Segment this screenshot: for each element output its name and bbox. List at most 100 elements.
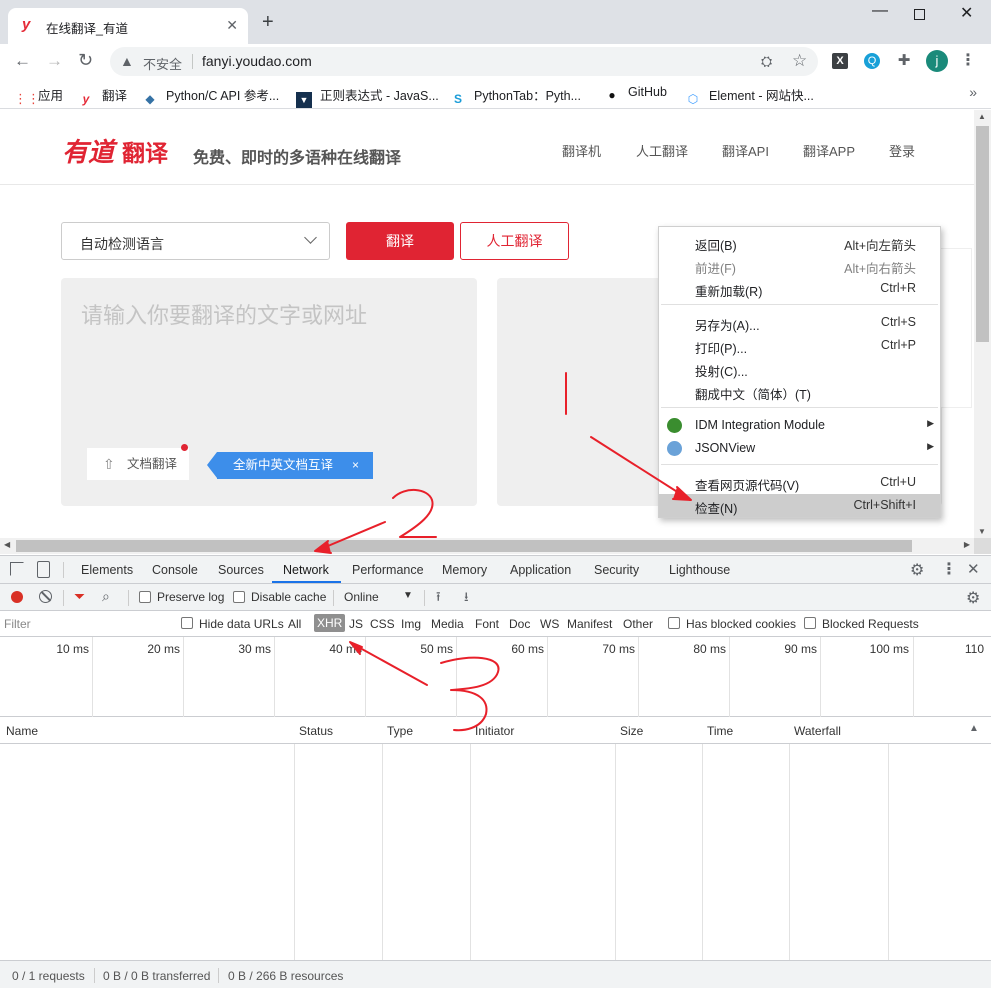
column-header-status[interactable]: Status xyxy=(299,724,333,738)
column-header-type[interactable]: Type xyxy=(387,724,413,738)
ctx-item-save-as[interactable]: 另存为(A)... Ctrl+S xyxy=(659,311,940,334)
settings-gear-icon[interactable]: ⚙ xyxy=(910,560,924,580)
minimize-icon[interactable]: — xyxy=(872,2,888,20)
document-translate-button[interactable]: ⇧ 文档翻译 xyxy=(87,444,189,480)
throttling-select[interactable]: Online xyxy=(344,590,379,604)
nav-human-translate[interactable]: 人工翻译 xyxy=(636,141,688,160)
hide-data-urls-label[interactable]: Hide data URLs xyxy=(199,617,284,631)
translate-button[interactable]: 翻译 xyxy=(346,222,454,260)
sort-ascending-icon[interactable]: ▲ xyxy=(969,723,979,734)
reload-icon[interactable]: ↻ xyxy=(78,51,93,69)
filter-type-img[interactable]: Img xyxy=(401,617,421,631)
filter-type-xhr[interactable]: XHR xyxy=(314,614,346,632)
blocked-requests-label[interactable]: Blocked Requests xyxy=(822,617,919,631)
clear-icon[interactable] xyxy=(39,590,52,603)
bookmark-apps[interactable]: ⋮⋮应用 xyxy=(14,85,63,107)
network-settings-gear-icon[interactable]: ⚙ xyxy=(966,588,980,608)
filter-type-other[interactable]: Other xyxy=(623,617,653,631)
ctx-item-forward[interactable]: 前进(F) Alt+向右箭头 xyxy=(659,254,940,277)
ctx-item-jsonview[interactable]: JSONView ▶ xyxy=(659,437,940,460)
inspect-element-icon[interactable] xyxy=(10,562,24,576)
disable-cache-checkbox[interactable] xyxy=(233,591,245,603)
ctx-item-back[interactable]: 返回(B) Alt+向左箭头 xyxy=(659,231,940,254)
tab-performance[interactable]: Performance xyxy=(352,563,424,577)
column-header-time[interactable]: Time xyxy=(707,724,733,738)
import-har-icon[interactable]: ⭱ xyxy=(436,588,441,610)
hide-data-urls-checkbox[interactable] xyxy=(181,617,193,629)
extension-blocked-icon[interactable]: ⛭ xyxy=(761,53,772,70)
browser-menu-icon[interactable]: ⋮ xyxy=(960,53,976,69)
extensions-puzzle-icon[interactable]: ✚ xyxy=(896,53,912,69)
filter-type-font[interactable]: Font xyxy=(475,617,499,631)
has-blocked-cookies-label[interactable]: Has blocked cookies xyxy=(686,617,796,631)
ctx-item-view-source[interactable]: 查看网页源代码(V) Ctrl+U xyxy=(659,471,940,494)
bookmark-translate[interactable]: y 翻译 xyxy=(78,85,127,107)
tab-security[interactable]: Security xyxy=(594,563,639,577)
more-options-icon[interactable]: ⋮ xyxy=(941,559,957,579)
tab-close-icon[interactable]: ✕ xyxy=(226,17,238,33)
bookmark-element[interactable]: ⬡ Element - 网站快... xyxy=(685,85,814,107)
ctx-item-print[interactable]: 打印(P)... Ctrl+P xyxy=(659,334,940,357)
device-toolbar-icon[interactable] xyxy=(37,561,50,578)
devtools-close-icon[interactable]: ✕ xyxy=(967,560,980,578)
export-har-icon[interactable]: ⭳ xyxy=(464,588,469,610)
bookmark-regex[interactable]: ▼ 正则表达式 - JavaS... xyxy=(296,85,439,108)
url-text[interactable]: fanyi.youdao.com xyxy=(202,53,312,69)
filter-type-css[interactable]: CSS xyxy=(370,617,395,631)
forward-arrow-icon[interactable]: → xyxy=(46,52,63,69)
column-header-name[interactable]: Name xyxy=(6,724,38,738)
promo-banner[interactable]: 全新中英文档互译 × xyxy=(207,452,373,479)
filter-input[interactable] xyxy=(4,614,170,634)
bookmark-python-c-api[interactable]: ◆ Python/C API 参考... xyxy=(142,85,279,107)
has-blocked-cookies-checkbox[interactable] xyxy=(668,617,680,629)
scroll-up-icon[interactable]: ▲ xyxy=(978,112,986,121)
filter-type-media[interactable]: Media xyxy=(431,617,464,631)
column-header-waterfall[interactable]: Waterfall xyxy=(794,724,841,738)
ctx-item-cast[interactable]: 投射(C)... xyxy=(659,357,940,380)
language-select[interactable]: 自动检测语言 xyxy=(61,222,330,260)
network-overview-timeline[interactable]: 10 ms 20 ms 30 ms 40 ms 50 ms 60 ms 70 m… xyxy=(0,637,991,717)
warning-icon[interactable]: ▲ xyxy=(120,53,134,69)
scroll-down-icon[interactable]: ▼ xyxy=(978,527,986,536)
page-vertical-scrollbar[interactable]: ▲ ▼ xyxy=(974,110,991,538)
preserve-log-label[interactable]: Preserve log xyxy=(157,590,224,604)
page-horizontal-scrollbar[interactable]: ◀ ▶ xyxy=(0,538,974,554)
search-icon[interactable]: ⌕ xyxy=(102,588,110,605)
ctx-item-idm[interactable]: IDM Integration Module ▶ xyxy=(659,414,940,437)
nav-login[interactable]: 登录 xyxy=(889,141,915,160)
ctx-item-translate[interactable]: 翻成中文（简体）(T) xyxy=(659,380,940,403)
source-textarea[interactable]: 请输入你要翻译的文字或网址 ⇧ 文档翻译 全新中英文档互译 × xyxy=(61,278,477,506)
blocked-requests-checkbox[interactable] xyxy=(804,617,816,629)
column-divider[interactable] xyxy=(382,717,383,960)
browser-tab[interactable]: y 在线翻译_有道 ✕ xyxy=(8,8,248,44)
tab-lighthouse[interactable]: Lighthouse xyxy=(669,563,730,577)
filter-type-js[interactable]: JS xyxy=(349,617,363,631)
nav-translator[interactable]: 翻译机 xyxy=(562,141,601,160)
back-arrow-icon[interactable]: ← xyxy=(14,52,31,69)
profile-avatar[interactable]: j xyxy=(926,50,948,72)
new-tab-icon[interactable]: + xyxy=(262,12,274,32)
bookmark-github[interactable]: ● GitHub xyxy=(604,85,667,103)
security-label[interactable]: 不安全 xyxy=(143,54,182,73)
promo-close-icon[interactable]: × xyxy=(352,452,359,479)
logo-text[interactable]: 翻译 xyxy=(122,134,168,168)
ctx-item-reload[interactable]: 重新加载(R) Ctrl+R xyxy=(659,277,940,300)
column-divider[interactable] xyxy=(702,717,703,960)
column-divider[interactable] xyxy=(294,717,295,960)
human-translate-button[interactable]: 人工翻译 xyxy=(460,222,569,260)
bookmark-star-icon[interactable]: ☆ xyxy=(792,51,807,71)
nav-app[interactable]: 翻译APP xyxy=(803,141,855,160)
disable-cache-label[interactable]: Disable cache xyxy=(251,590,326,604)
column-divider[interactable] xyxy=(789,717,790,960)
address-bar[interactable]: ▲ 不安全 fanyi.youdao.com ⛭ ☆ xyxy=(110,47,818,76)
extension-q-icon[interactable]: Q xyxy=(864,53,880,69)
scrollbar-thumb[interactable] xyxy=(976,126,989,342)
window-close-icon[interactable]: ✕ xyxy=(960,3,973,23)
preserve-log-checkbox[interactable] xyxy=(139,591,151,603)
filter-type-ws[interactable]: WS xyxy=(540,617,559,631)
column-header-size[interactable]: Size xyxy=(620,724,643,738)
extension-x-icon[interactable]: X xyxy=(832,53,848,69)
filter-type-manifest[interactable]: Manifest xyxy=(567,617,612,631)
bookmark-pythontab[interactable]: S PythonTab：Pyth... xyxy=(450,85,581,107)
ctx-item-inspect[interactable]: 检查(N) Ctrl+Shift+I xyxy=(659,494,940,517)
